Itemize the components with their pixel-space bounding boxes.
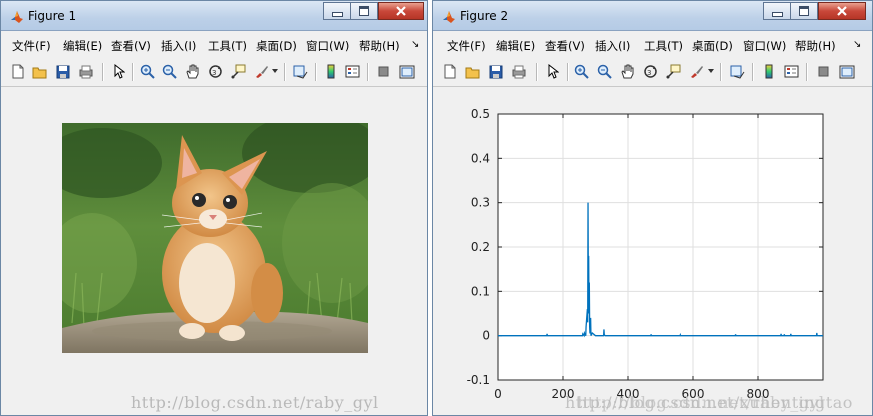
figure-1-window: Figure 1 文件(F) 编辑(E) 查看(V) 插入(I) 工具(T) 桌… [0,0,428,416]
zoom-in-icon[interactable] [139,63,156,80]
new-file-icon[interactable] [441,63,458,80]
svg-text:3: 3 [647,69,651,77]
rotate-3d-icon[interactable]: 3 [642,63,659,80]
brush-dropdown-icon[interactable] [271,63,279,80]
menu-edit[interactable]: 编辑(E) [496,38,535,54]
y-tick-label: 0.5 [471,107,490,121]
figure-1-titlebar[interactable]: Figure 1 [1,1,427,31]
rotate-3d-icon[interactable]: 3 [207,63,224,80]
close-icon [396,6,406,16]
close-icon [837,6,847,16]
colorbar-icon[interactable] [322,63,339,80]
figure-2-menubar: 文件(F) 编辑(E) 查看(V) 插入(I) 工具(T) 桌面(D) 窗口(W… [433,32,872,59]
menu-window[interactable]: 窗口(W) [306,38,349,54]
zoom-out-icon[interactable] [161,63,178,80]
show-plot-tools-icon[interactable] [838,63,855,80]
x-tick-label: 0 [494,387,502,401]
menu-dock-arrow-icon[interactable]: ↘ [411,39,419,50]
pointer-icon[interactable] [544,63,561,80]
brush-icon[interactable] [687,63,704,80]
data-cursor-icon[interactable] [664,63,681,80]
menu-desktop[interactable]: 桌面(D) [692,38,733,54]
print-icon[interactable] [77,63,94,80]
hide-plot-tools-icon[interactable] [375,63,392,80]
open-folder-icon[interactable] [464,63,481,80]
menu-view[interactable]: 查看(V) [545,38,585,54]
menu-tools[interactable]: 工具(T) [208,38,247,54]
menu-insert[interactable]: 插入(I) [595,38,630,54]
pan-hand-icon[interactable] [619,63,636,80]
pointer-icon[interactable] [110,63,127,80]
y-tick-label: 0.2 [471,240,490,254]
menu-file[interactable]: 文件(F) [12,38,51,54]
watermark-text: http://blog.csdn.net/raby_gyl [131,393,379,412]
close-button[interactable] [378,2,424,20]
matlab-icon [443,11,455,23]
save-icon[interactable] [487,63,504,80]
figure-1-menubar: 文件(F) 编辑(E) 查看(V) 插入(I) 工具(T) 桌面(D) 窗口(W… [1,32,427,59]
zoom-out-icon[interactable] [596,63,613,80]
y-tick-label: -0.1 [467,373,490,387]
open-folder-icon[interactable] [31,63,48,80]
menu-help[interactable]: 帮助(H) [795,38,836,54]
figure-2-toolbar: 3 [433,58,872,87]
maximize-button[interactable] [790,2,818,20]
legend-icon[interactable] [344,63,361,80]
save-icon[interactable] [54,63,71,80]
figure-2-title: Figure 2 [460,9,509,23]
minimize-button[interactable] [323,2,351,20]
y-tick-label: 0.1 [471,284,490,298]
watermark-text-2: http://blog.csdn.net/raby_gyl [577,393,825,412]
svg-text:3: 3 [212,69,216,77]
y-tick-label: 0.3 [471,196,490,210]
figure-1-title: Figure 1 [28,9,77,23]
link-plot-icon[interactable] [291,63,308,80]
menu-window[interactable]: 窗口(W) [743,38,786,54]
maximize-button[interactable] [350,2,378,20]
zoom-in-icon[interactable] [573,63,590,80]
pan-hand-icon[interactable] [184,63,201,80]
menu-dock-arrow-icon[interactable]: ↘ [853,39,861,50]
print-icon[interactable] [510,63,527,80]
figure-2-canvas: 0 200 400 600 800 -0.1 0 0.1 0.2 0.3 0.4 0.5 http:/… [437,87,868,415]
brush-dropdown-icon[interactable] [707,63,715,80]
y-tick-label: 0 [482,329,490,343]
kitten-image [62,123,368,353]
show-plot-tools-icon[interactable] [398,63,415,80]
minimize-icon [771,11,783,17]
menu-view[interactable]: 查看(V) [111,38,151,54]
figure-1-toolbar: 3 [1,58,427,87]
data-cursor-icon[interactable] [229,63,246,80]
maximize-icon [799,6,809,16]
menu-edit[interactable]: 编辑(E) [63,38,102,54]
line-plot[interactable]: 0 200 400 600 800-0.100.10.20.30.40.5 [437,87,870,416]
figure-2-window: Figure 2 文件(F) 编辑(E) 查看(V) 插入(I) 工具(T) 桌… [432,0,873,416]
y-tick-label: 0.4 [471,151,490,165]
close-button[interactable] [818,2,866,20]
figure-1-canvas: http://blog.csdn.net/raby_gyl [5,87,423,415]
hide-plot-tools-icon[interactable] [815,63,832,80]
new-file-icon[interactable] [9,63,26,80]
menu-tools[interactable]: 工具(T) [644,38,683,54]
minimize-icon [331,11,343,17]
minimize-button[interactable] [763,2,791,20]
link-plot-icon[interactable] [728,63,745,80]
brush-icon[interactable] [252,63,269,80]
menu-insert[interactable]: 插入(I) [161,38,196,54]
matlab-icon [11,11,23,23]
maximize-icon [359,6,369,16]
colorbar-icon[interactable] [760,63,777,80]
figure-2-titlebar[interactable]: Figure 2 [433,1,872,31]
menu-file[interactable]: 文件(F) [447,38,486,54]
legend-icon[interactable] [783,63,800,80]
menu-help[interactable]: 帮助(H) [359,38,400,54]
menu-desktop[interactable]: 桌面(D) [256,38,297,54]
